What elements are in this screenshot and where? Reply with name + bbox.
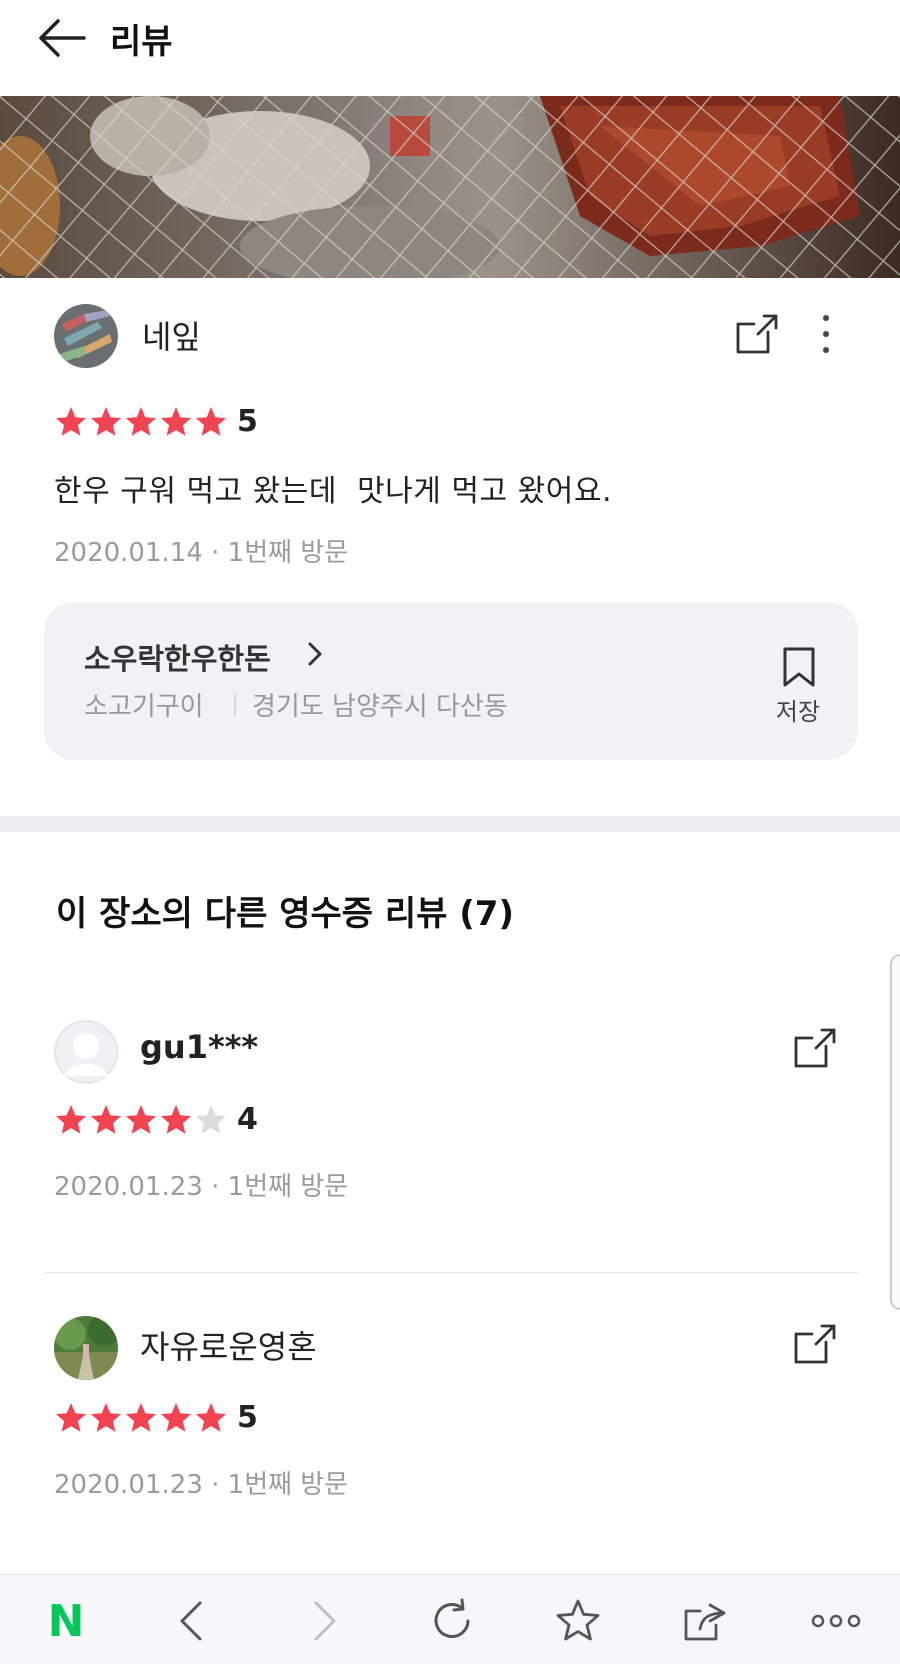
stars xyxy=(54,405,229,439)
star-filled-icon xyxy=(56,406,86,436)
star-rating: 4 xyxy=(54,1102,258,1137)
share-icon[interactable] xyxy=(792,1026,840,1070)
bookmark-star-button[interactable] xyxy=(550,1593,606,1649)
header: 리뷰 xyxy=(0,0,900,96)
share-icon[interactable] xyxy=(792,1322,840,1366)
star-filled-icon xyxy=(161,1402,191,1432)
reviewer-name[interactable]: 네잎 xyxy=(142,312,201,358)
visit-meta: 2020.01.23 · 1번째 방문 xyxy=(54,1470,349,1500)
section-divider xyxy=(0,816,900,832)
star-empty-icon xyxy=(196,1104,226,1134)
star-filled-icon xyxy=(161,1104,191,1134)
reviewer-name[interactable]: gu1*** xyxy=(140,1028,258,1066)
star-filled-icon xyxy=(56,1402,86,1432)
divider xyxy=(234,694,236,716)
refresh-button[interactable] xyxy=(424,1593,480,1649)
main-review: 네잎 5 한우 구워 먹고 왔는데 맛나게 먹고 왔어요. 2020.01.14… xyxy=(0,278,900,816)
avatar-image xyxy=(54,1316,118,1380)
forward-button[interactable] xyxy=(296,1593,352,1649)
refresh-icon xyxy=(434,1598,470,1638)
more-button[interactable] xyxy=(808,1593,864,1649)
rating-value: 4 xyxy=(237,1102,258,1137)
bottom-toolbar: N xyxy=(0,1574,900,1664)
chevron-right-icon xyxy=(314,1601,336,1641)
star-filled-icon xyxy=(196,1402,226,1432)
star-filled-icon xyxy=(196,406,226,436)
grill-photo xyxy=(0,96,900,278)
avatar[interactable] xyxy=(54,1020,118,1084)
default-avatar-icon xyxy=(54,1020,118,1084)
avatar[interactable] xyxy=(54,1316,118,1380)
star-filled-icon xyxy=(56,1104,86,1134)
share-icon[interactable] xyxy=(734,312,782,356)
scrollbar-handle[interactable] xyxy=(890,954,900,1310)
rating-value: 5 xyxy=(237,1400,258,1435)
naver-logo: N xyxy=(47,1595,85,1647)
save-label: 저장 xyxy=(775,698,821,726)
star-filled-icon xyxy=(91,406,121,436)
star-rating: 5 xyxy=(54,1400,258,1435)
back-arrow-icon[interactable] xyxy=(36,16,88,60)
chevron-left-icon xyxy=(180,1601,202,1641)
more-horizontal-icon xyxy=(811,1614,861,1628)
star-filled-icon xyxy=(126,406,156,436)
list-item: 자유로운영혼 5 2020.01.23 · 1번째 방문 xyxy=(0,1308,900,1508)
star-filled-icon xyxy=(161,406,191,436)
divider xyxy=(44,1272,858,1273)
reviewer-name[interactable]: 자유로운영혼 xyxy=(140,1322,317,1368)
star-filled-icon xyxy=(91,1402,121,1432)
stars xyxy=(54,1401,229,1435)
star-icon xyxy=(556,1599,600,1641)
back-button[interactable] xyxy=(164,1593,220,1649)
save-button[interactable]: 저장 xyxy=(760,640,836,730)
visit-meta: 2020.01.23 · 1번째 방문 xyxy=(54,1172,349,1202)
place-card[interactable]: 소우락한우한돈 소고기구이 경기도 남양주시 다산동 저장 xyxy=(44,602,858,760)
star-filled-icon xyxy=(91,1104,121,1134)
star-filled-icon xyxy=(126,1402,156,1432)
more-vertical-icon[interactable] xyxy=(816,312,836,356)
share-icon xyxy=(684,1603,726,1641)
place-name[interactable]: 소우락한우한돈 xyxy=(84,636,271,678)
rating-value: 5 xyxy=(237,404,258,439)
avatar[interactable] xyxy=(54,304,118,368)
place-category: 소고기구이 xyxy=(84,692,204,722)
list-item: gu1*** 4 2020.01.23 · 1번째 방문 xyxy=(0,1010,900,1230)
bookmark-icon xyxy=(783,647,815,687)
page-title: 리뷰 xyxy=(110,22,173,62)
stars xyxy=(54,1103,229,1137)
visit-meta: 2020.01.14 · 1번째 방문 xyxy=(54,538,349,568)
place-address: 경기도 남양주시 다산동 xyxy=(252,692,508,722)
star-rating: 5 xyxy=(54,404,258,439)
section-title: 이 장소의 다른 영수증 리뷰 (7) xyxy=(56,894,514,934)
review-photo[interactable] xyxy=(0,96,900,278)
avatar-image xyxy=(54,304,118,368)
chevron-right-icon xyxy=(308,642,322,666)
review-text: 한우 구워 먹고 왔는데 맛나게 먹고 왔어요. xyxy=(54,474,612,509)
star-filled-icon xyxy=(126,1104,156,1134)
share-button[interactable] xyxy=(678,1593,734,1649)
naver-home-button[interactable]: N xyxy=(38,1593,94,1649)
